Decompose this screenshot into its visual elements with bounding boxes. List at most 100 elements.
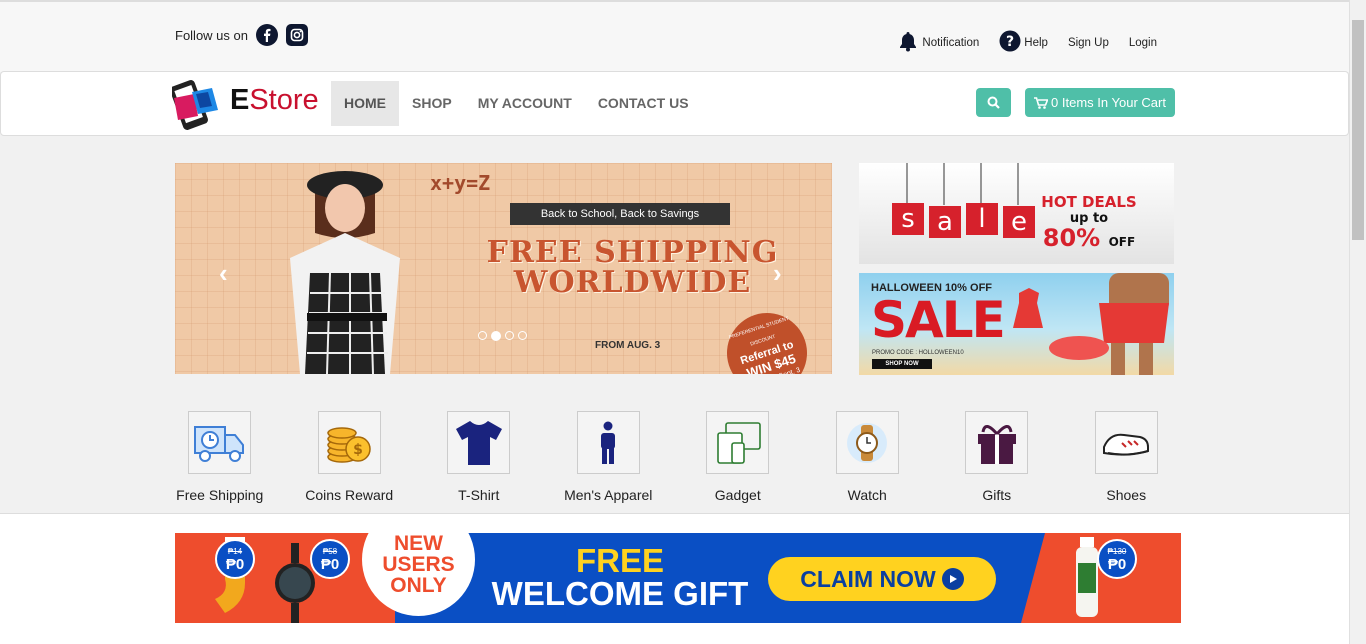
off-label: OFF (1108, 235, 1136, 249)
category-label: Gadget (714, 487, 761, 503)
carousel-headline: FREE SHIPPING WORLDWIDE (460, 238, 805, 298)
halloween-sale-banner[interactable]: HALLOWEEN 10% OFF SALE PROMO CODE : HOLL… (859, 273, 1174, 375)
new-price: ₱0 (225, 555, 245, 573)
price-badge: ₱14 ₱0 (215, 539, 255, 579)
tshirt-icon (455, 420, 502, 465)
old-price: ₱58 (322, 546, 338, 556)
category-icon-box (965, 411, 1029, 474)
product-images (215, 537, 315, 623)
help-label: Help (1024, 36, 1048, 49)
search-icon (987, 96, 1000, 109)
new-users-line: NEW (394, 533, 443, 555)
category-icon-box (188, 411, 252, 474)
nav-my-account[interactable]: MY ACCOUNT (465, 81, 585, 126)
category-icon-box (1094, 411, 1158, 474)
category-watch[interactable]: Watch (803, 411, 933, 503)
scrollbar-thumb[interactable] (1352, 20, 1364, 240)
promo-code: PROMO CODE : HOLLOWEEN10 (872, 350, 964, 356)
top-links: Notification ? Help Sign Up Login (877, 30, 1157, 55)
carousel-dot[interactable] (518, 331, 527, 340)
halloween-sale-text: SALE (871, 291, 1006, 349)
notification-link[interactable]: Notification (897, 30, 979, 55)
carousel-next-button[interactable]: › (773, 258, 782, 289)
carousel-ribbon: Back to School, Back to Savings (510, 203, 730, 225)
welcome-gift-banner[interactable]: ₱14 ₱0 ₱58 ₱0 NEW USERS ONLY FREE WELCOM… (175, 533, 1181, 623)
hot-deals-label: HOT DEALS (1041, 193, 1137, 211)
carousel-prev-button[interactable]: ‹ (219, 258, 228, 289)
model-image (290, 171, 400, 374)
facebook-icon[interactable] (255, 24, 278, 46)
category-label: Men's Apparel (564, 487, 653, 503)
headline-line-1: FREE SHIPPING (486, 235, 779, 270)
category-tshirt[interactable]: T-Shirt (414, 411, 544, 503)
category-icon-box (447, 411, 511, 474)
category-icon-box: $ (317, 411, 381, 474)
svg-text:$: $ (353, 442, 363, 458)
gadget-icon (716, 421, 761, 464)
new-price: ₱0 (320, 555, 340, 573)
new-price: ₱0 (1107, 555, 1127, 573)
category-label: Coins Reward (305, 487, 394, 503)
old-price: ₱130 (1107, 546, 1127, 556)
login-link[interactable]: Login (1129, 37, 1157, 49)
category-label: Free Shipping (176, 487, 264, 503)
carousel-dot[interactable] (505, 331, 514, 340)
estore-logo-icon[interactable] (170, 76, 232, 136)
help-link[interactable]: ? Help (999, 30, 1048, 55)
shop-now-button[interactable]: SHOP NOW (872, 359, 932, 369)
percent-label: 80% (1042, 224, 1101, 252)
category-coins-reward[interactable]: $ Coins Reward (285, 411, 415, 503)
category-row: Free Shipping $ Coins Reward T-Shirt Men… (155, 411, 1195, 503)
cart-button[interactable]: 0 Items In Your Cart (1025, 88, 1175, 117)
shoes-icon (1103, 433, 1150, 456)
signup-link[interactable]: Sign Up (1068, 37, 1109, 49)
notification-label: Notification (922, 36, 980, 49)
claim-now-button[interactable]: CLAIM NOW (768, 557, 996, 601)
instagram-icon[interactable] (285, 24, 308, 46)
watch-icon (847, 422, 888, 463)
old-price: ₱14 (227, 546, 243, 556)
sale-tag: a (929, 206, 961, 238)
sale-tag: l (966, 203, 998, 235)
follow-us: Follow us on (175, 24, 308, 46)
nav-shop[interactable]: SHOP (399, 81, 465, 126)
new-users-line: ONLY (390, 574, 447, 597)
hot-deals-banner[interactable]: s a l e HOT DEALS up to 80% OFF (859, 163, 1174, 264)
man-icon (601, 421, 616, 464)
svg-text:?: ? (1006, 34, 1014, 50)
play-icon (941, 568, 964, 590)
search-button[interactable] (976, 88, 1011, 117)
hot-deals-text: HOT DEALS up to 80% OFF (1024, 193, 1154, 254)
brand-name[interactable]: EStore (230, 84, 319, 117)
new-users-text: NEW USERS ONLY (362, 533, 475, 596)
sale-tag: s (892, 203, 924, 235)
category-label: Gifts (982, 487, 1012, 503)
price-badge: ₱130 ₱0 (1097, 539, 1137, 579)
category-gifts[interactable]: Gifts (932, 411, 1062, 503)
carousel-dot[interactable] (478, 331, 487, 340)
category-shoes[interactable]: Shoes (1062, 411, 1192, 503)
claim-now-label: CLAIM NOW (800, 565, 936, 592)
category-label: Shoes (1106, 487, 1147, 503)
category-icon-box (706, 411, 770, 474)
carousel-dot-active[interactable] (491, 331, 501, 341)
new-users-line: USERS (382, 553, 455, 576)
nav-contact-us[interactable]: CONTACT US (585, 81, 702, 126)
hero-carousel[interactable]: x+y=Z Back to School, Back to Savings FR… (175, 163, 832, 374)
truck-icon (193, 425, 244, 462)
category-gadget[interactable]: Gadget (673, 411, 803, 503)
equation-text: x+y=Z (430, 171, 491, 195)
free-text: FREE (575, 542, 664, 579)
carousel-date: FROM AUG. 3 (595, 340, 661, 351)
category-mens-apparel[interactable]: Men's Apparel (544, 411, 674, 503)
category-icon-box (835, 411, 899, 474)
category-free-shipping[interactable]: Free Shipping (155, 411, 285, 503)
nav-home[interactable]: HOME (331, 81, 399, 126)
page-scrollbar[interactable] (1349, 0, 1366, 644)
category-icon-box (576, 411, 640, 474)
help-icon: ? (999, 30, 1021, 55)
coins-icon: $ (327, 426, 371, 463)
tag-strings (906, 163, 1019, 205)
category-label: T-Shirt (458, 487, 500, 503)
main-nav: HOME SHOP MY ACCOUNT CONTACT US (331, 81, 702, 126)
